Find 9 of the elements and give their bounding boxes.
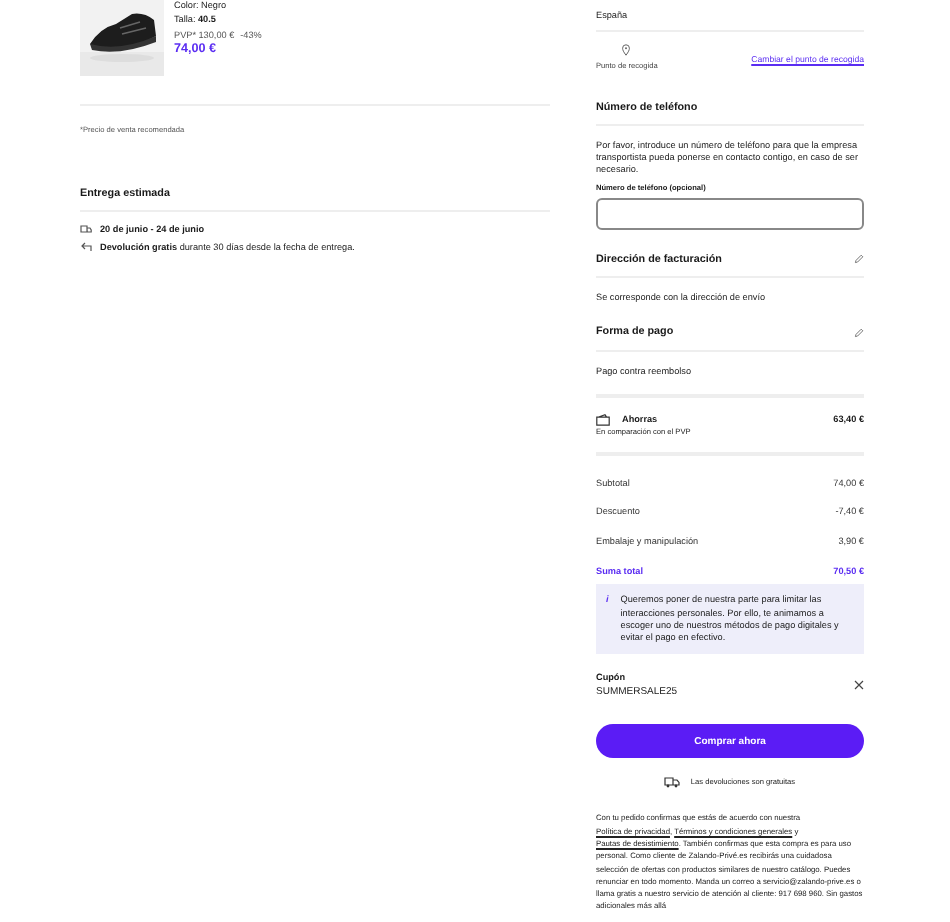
- location-pin-icon: [622, 44, 631, 57]
- wallet-icon: [596, 414, 610, 427]
- pencil-icon: [854, 328, 864, 339]
- pencil-icon: [854, 254, 864, 265]
- close-icon[interactable]: [854, 680, 864, 691]
- phone-field[interactable]: [596, 197, 864, 230]
- return-arrow-icon: [80, 242, 92, 252]
- truck-icon: [664, 776, 681, 789]
- truck-icon: [80, 224, 92, 234]
